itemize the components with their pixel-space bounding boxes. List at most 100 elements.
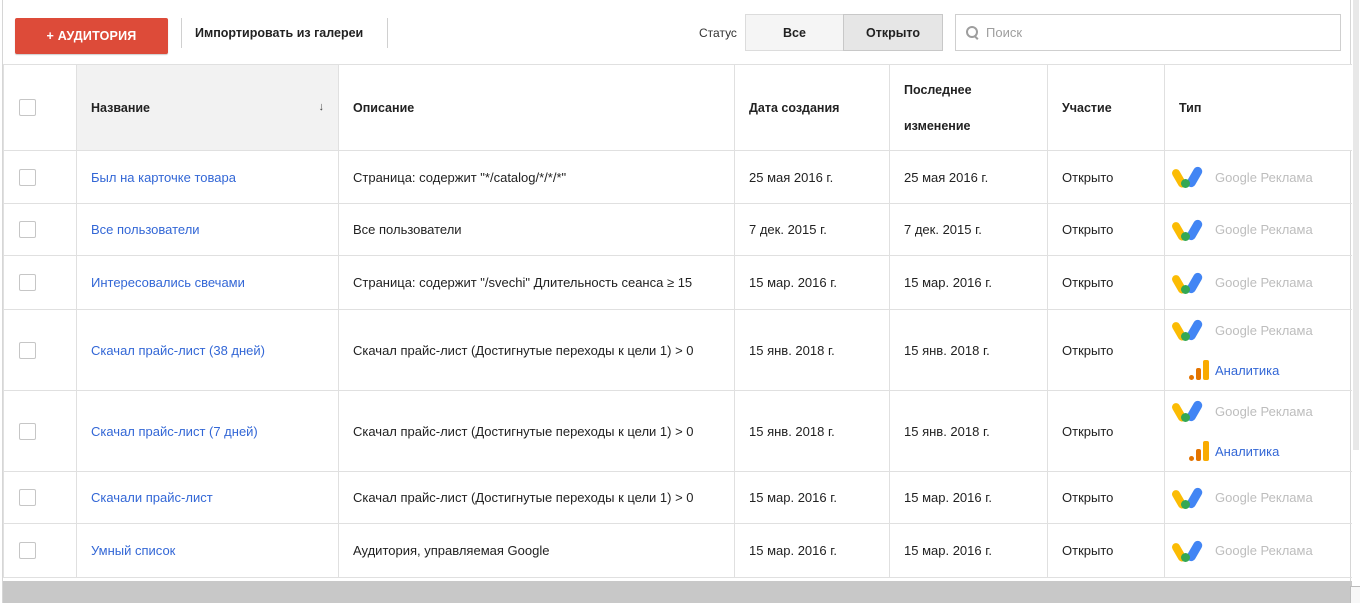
add-audience-button[interactable]: + АУДИТОРИЯ: [15, 18, 168, 54]
search-box: [955, 14, 1341, 51]
name-cell: Был на карточке товара: [76, 150, 339, 204]
horizontal-scrollbar[interactable]: [3, 581, 1352, 603]
google-analytics-icon: [1179, 358, 1209, 382]
name-cell: Скачал прайс-лист (38 дней): [76, 309, 339, 391]
description-cell: Страница: содержит "*/catalog/*/*/*": [338, 150, 735, 204]
participation-cell: Открыто: [1047, 471, 1165, 524]
google-ads-icon: [1170, 165, 1209, 189]
type-label: Google Реклама: [1215, 403, 1313, 419]
row-checkbox-cell: [3, 523, 77, 578]
row-checkbox-cell: [3, 203, 77, 256]
description-cell: Скачал прайс-лист (Достигнутые переходы …: [338, 471, 735, 524]
audience-name-link[interactable]: Скачал прайс-лист (38 дней): [91, 343, 265, 358]
type-analytics: Аналитика: [1179, 431, 1338, 471]
toolbar-divider: [181, 18, 182, 48]
google-ads-icon: [1170, 485, 1209, 510]
header-checkbox-cell: [3, 64, 77, 151]
search-icon: [966, 25, 980, 40]
table-row: Скачали прайс-лист Скачал прайс-лист (Дос…: [3, 471, 1353, 524]
type-cell: Google Реклама: [1164, 203, 1353, 256]
row-checkbox-cell: [3, 255, 77, 310]
audience-name-link[interactable]: Скачали прайс-лист: [91, 490, 213, 505]
sort-arrow-icon: ↓: [318, 100, 325, 113]
google-ads-icon: [1170, 318, 1209, 342]
vertical-scrollbar-thumb[interactable]: [1353, 0, 1359, 450]
resize-corner: [1350, 586, 1360, 603]
row-checkbox[interactable]: [19, 489, 36, 506]
description-cell: Страница: содержит "/svechi" Длительност…: [338, 255, 735, 310]
table-row: Скачал прайс-лист (38 дней) Скачал прайс-…: [3, 309, 1353, 391]
row-checkbox[interactable]: [19, 168, 36, 186]
column-header-created[interactable]: Дата создания: [734, 64, 890, 151]
description-cell: Скачал прайс-лист (Достигнутые переходы …: [338, 390, 735, 472]
description-cell: Скачал прайс-лист (Достигнутые переходы …: [338, 309, 735, 391]
column-header-participation[interactable]: Участие: [1047, 64, 1165, 151]
row-checkbox-cell: [3, 471, 77, 524]
table-row: Интересовались свечами Страница: содержит…: [3, 255, 1353, 310]
table-row: Был на карточке товара Страница: содержит…: [3, 150, 1353, 204]
import-from-gallery-button[interactable]: Импортировать из галереи: [195, 18, 363, 48]
column-header-modified-line1: Последнее: [904, 82, 972, 97]
type-analytics: Аналитика: [1179, 350, 1338, 390]
column-header-modified[interactable]: Последнее изменение: [889, 64, 1048, 151]
column-header-name[interactable]: Название ↓: [76, 64, 339, 151]
row-checkbox[interactable]: [19, 341, 36, 359]
row-checkbox[interactable]: [19, 422, 36, 440]
type-google-ads: Google Реклама: [1170, 157, 1338, 197]
name-cell: Интересовались свечами: [76, 255, 339, 310]
type-google-ads: Google Реклама: [1170, 478, 1338, 518]
table-header-row: Название ↓ Описание Дата создания Послед…: [3, 64, 1353, 151]
type-cell: Google Реклама: [1164, 255, 1353, 310]
status-filter-open[interactable]: Открыто: [843, 14, 943, 51]
status-filter-all[interactable]: Все: [745, 14, 843, 51]
google-ads-icon: [1170, 217, 1209, 242]
created-cell: 15 мар. 2016 г.: [734, 255, 890, 310]
participation-cell: Открыто: [1047, 390, 1165, 472]
modified-cell: 15 янв. 2018 г.: [889, 390, 1048, 472]
search-input[interactable]: [986, 25, 1326, 40]
google-ads-icon: [1170, 538, 1209, 563]
type-label: Google Реклама: [1215, 490, 1313, 505]
type-cell: Google Реклама: [1164, 150, 1353, 204]
row-checkbox[interactable]: [19, 274, 36, 291]
created-cell: 7 дек. 2015 г.: [734, 203, 890, 256]
row-checkbox-cell: [3, 150, 77, 204]
type-google-ads: Google Реклама: [1170, 531, 1338, 571]
modified-cell: 15 янв. 2018 г.: [889, 309, 1048, 391]
google-ads-icon: [1170, 399, 1209, 423]
audience-panel: + АУДИТОРИЯ Импортировать из галереи Ста…: [2, 0, 1353, 603]
participation-cell: Открыто: [1047, 150, 1165, 204]
name-cell: Все пользователи: [76, 203, 339, 256]
google-analytics-icon: [1179, 439, 1209, 463]
participation-cell: Открыто: [1047, 309, 1165, 391]
type-label[interactable]: Аналитика: [1215, 363, 1279, 378]
description-cell: Все пользователи: [338, 203, 735, 256]
row-checkbox-cell: [3, 390, 77, 472]
type-label: Google Реклама: [1215, 543, 1313, 558]
audience-name-link[interactable]: Умный список: [91, 543, 175, 558]
name-cell: Скачал прайс-лист (7 дней): [76, 390, 339, 472]
type-label[interactable]: Аналитика: [1215, 444, 1279, 459]
audience-name-link[interactable]: Скачал прайс-лист (7 дней): [91, 424, 258, 439]
status-label: Статус: [699, 26, 737, 40]
description-cell: Аудитория, управляемая Google: [338, 523, 735, 578]
type-cell: Google Реклама: [1164, 471, 1353, 524]
audience-name-link[interactable]: Был на карточке товара: [91, 170, 236, 185]
modified-cell: 15 мар. 2016 г.: [889, 523, 1048, 578]
created-cell: 15 мар. 2016 г.: [734, 523, 890, 578]
modified-cell: 7 дек. 2015 г.: [889, 203, 1048, 256]
modified-cell: 15 мар. 2016 г.: [889, 471, 1048, 524]
audience-name-link[interactable]: Интересовались свечами: [91, 275, 245, 290]
created-cell: 15 янв. 2018 г.: [734, 390, 890, 472]
audience-name-link[interactable]: Все пользователи: [91, 222, 200, 237]
type-google-ads: Google Реклама: [1170, 263, 1338, 303]
row-checkbox[interactable]: [19, 221, 36, 238]
select-all-checkbox[interactable]: [19, 99, 36, 116]
type-google-ads: Google Реклама: [1170, 391, 1338, 431]
column-header-type[interactable]: Тип: [1164, 64, 1353, 151]
type-label: Google Реклама: [1215, 322, 1313, 338]
row-checkbox[interactable]: [19, 542, 36, 559]
type-cell: Google Реклама Аналитика: [1164, 309, 1353, 391]
participation-cell: Открыто: [1047, 523, 1165, 578]
column-header-description[interactable]: Описание: [338, 64, 735, 151]
